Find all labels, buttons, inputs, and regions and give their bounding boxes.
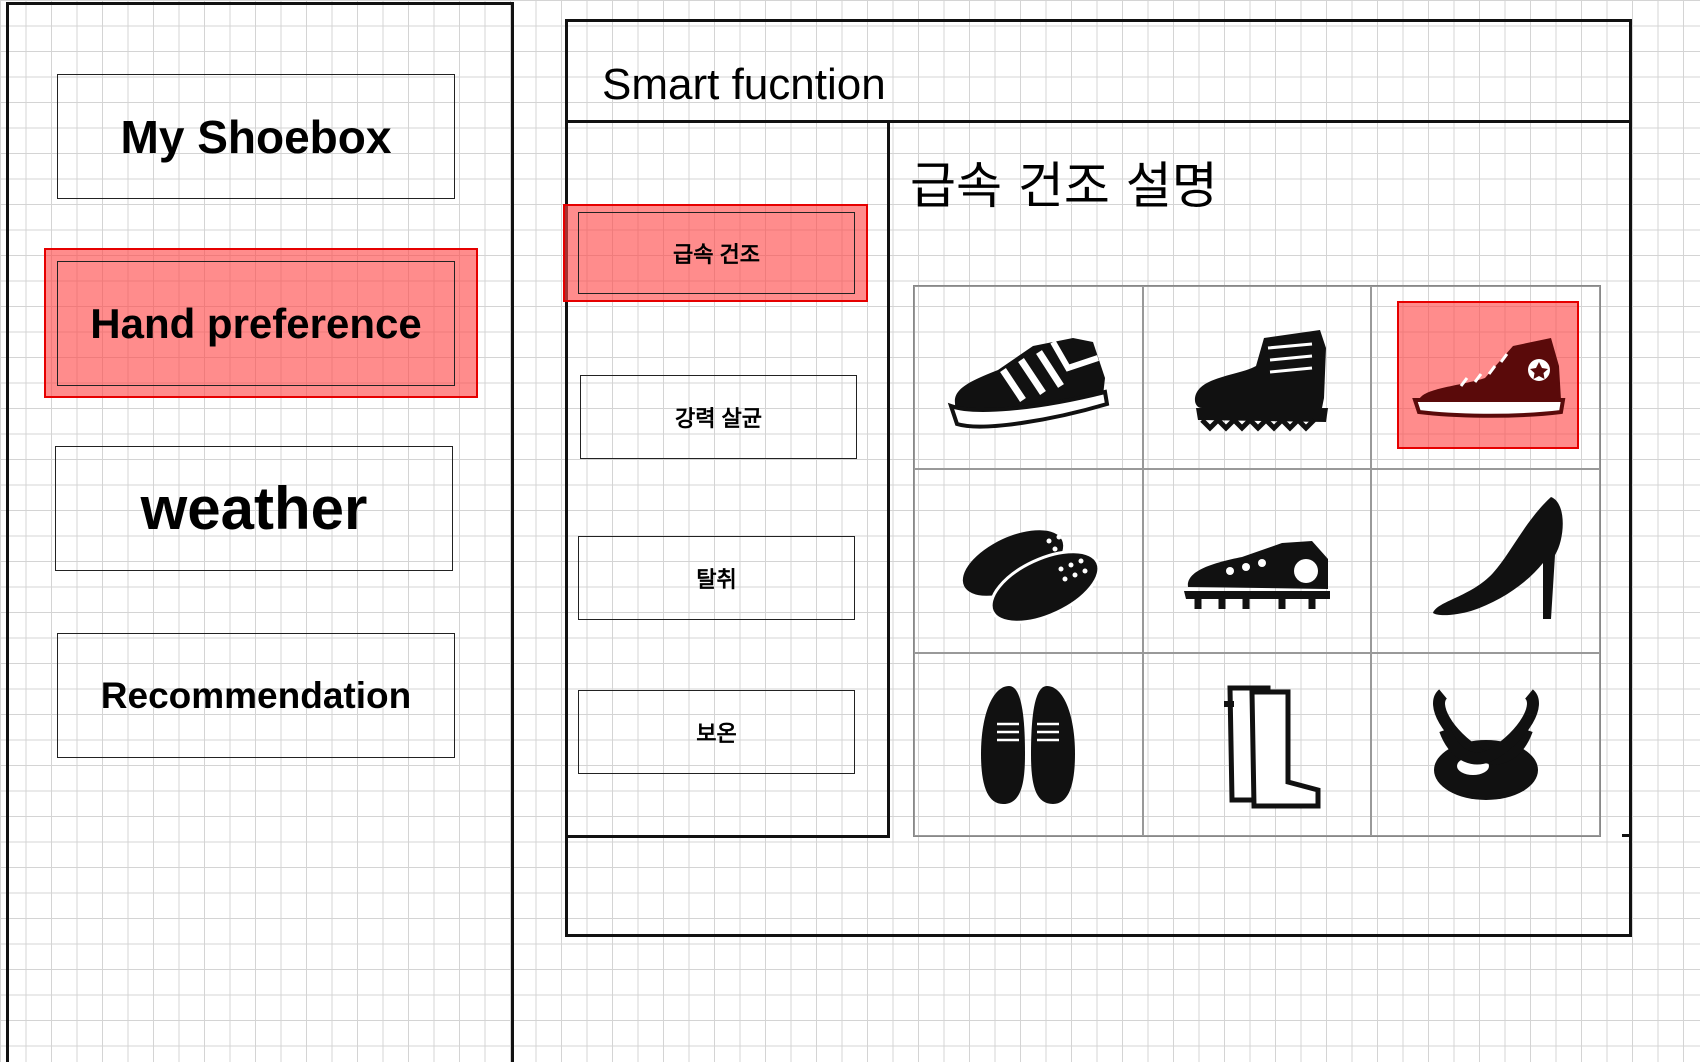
shoe-cell-ballet-flats[interactable] bbox=[1371, 652, 1600, 836]
high-heel-icon bbox=[1432, 496, 1563, 619]
nav-my-shoebox-button[interactable]: My Shoebox bbox=[57, 74, 455, 199]
ballet-flats-icon bbox=[1432, 689, 1539, 801]
function-deodorize-button[interactable]: 탈취 bbox=[578, 536, 855, 620]
shoe-cell-sneaker[interactable] bbox=[914, 286, 1143, 470]
shoe-cell-dress-shoes[interactable] bbox=[914, 652, 1143, 836]
nav-recommendation-button[interactable]: Recommendation bbox=[57, 633, 455, 758]
dress-shoes-icon bbox=[981, 686, 1076, 805]
description-title: 급속 건조 설명 bbox=[910, 157, 1218, 215]
slippers-icon bbox=[963, 530, 1101, 624]
rain-boots-icon bbox=[1223, 685, 1321, 809]
high-top-sneaker-icon bbox=[1411, 337, 1566, 418]
shoe-cell-slippers[interactable] bbox=[914, 469, 1143, 653]
shoe-grid bbox=[913, 285, 1601, 837]
smart-function-title: Smart fucntion bbox=[602, 60, 886, 109]
work-boot-icon bbox=[1194, 329, 1328, 432]
nav-hand-preference-button[interactable]: Hand preference bbox=[57, 261, 455, 386]
soccer-cleat-icon bbox=[1183, 540, 1330, 609]
nav-weather-button[interactable]: weather bbox=[55, 446, 453, 571]
function-sterilize-button[interactable]: 강력 살균 bbox=[580, 375, 857, 459]
sneaker-icon bbox=[948, 337, 1110, 429]
function-quick-dry-button[interactable]: 급속 건조 bbox=[578, 212, 855, 294]
shoe-cell-high-heel[interactable] bbox=[1371, 469, 1600, 653]
shoe-cell-work-boot[interactable] bbox=[1142, 286, 1372, 470]
divider bbox=[1622, 834, 1632, 837]
shoe-cell-soccer-cleat[interactable] bbox=[1142, 469, 1372, 653]
shoe-cell-rain-boots[interactable] bbox=[1142, 652, 1372, 836]
shoe-cell-high-top-sneaker[interactable] bbox=[1371, 286, 1600, 470]
function-warm-button[interactable]: 보온 bbox=[578, 690, 855, 774]
